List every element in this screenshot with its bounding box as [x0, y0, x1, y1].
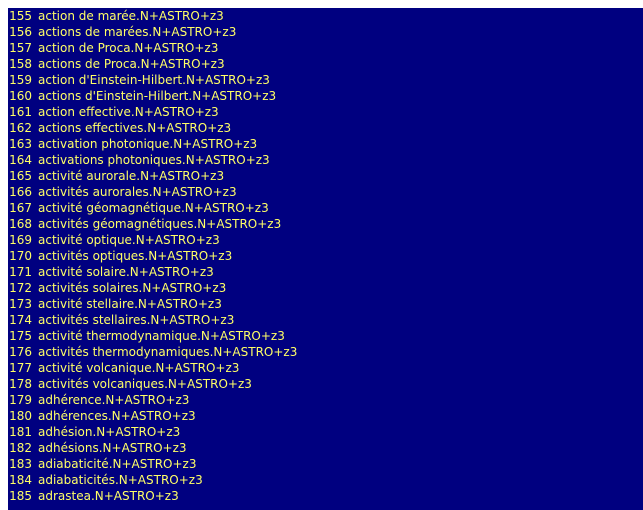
entry-text: action d'Einstein-Hilbert.N+ASTRO+z3 [38, 73, 270, 87]
entry-text: activation photonique.N+ASTRO+z3 [38, 137, 258, 151]
line-number: 163 [9, 137, 32, 151]
entry-text: activités volcaniques.N+ASTRO+z3 [38, 377, 252, 391]
entry-text: activations photoniques.N+ASTRO+z3 [38, 153, 270, 167]
entry-text: adhérences.N+ASTRO+z3 [38, 409, 196, 423]
entry-text: activités aurorales.N+ASTRO+z3 [38, 185, 237, 199]
list-item[interactable]: 177 activité volcanique.N+ASTRO+z3 [8, 360, 297, 376]
list-item[interactable]: 168 activités géomagnétiques.N+ASTRO+z3 [8, 216, 297, 232]
list-item[interactable]: 158 actions de Proca.N+ASTRO+z3 [8, 56, 297, 72]
entry-text: activité géomagnétique.N+ASTRO+z3 [38, 201, 269, 215]
line-number: 169 [9, 233, 32, 247]
entry-text: adrastea.N+ASTRO+z3 [38, 489, 179, 503]
list-item[interactable]: 169 activité optique.N+ASTRO+z3 [8, 232, 297, 248]
list-item[interactable]: 157 action de Proca.N+ASTRO+z3 [8, 40, 297, 56]
list-item[interactable]: 163 activation photonique.N+ASTRO+z3 [8, 136, 297, 152]
line-number: 164 [9, 153, 32, 167]
line-number: 162 [9, 121, 32, 135]
entry-text: action de Proca.N+ASTRO+z3 [38, 41, 219, 55]
line-number: 165 [9, 169, 32, 183]
entry-text: adiabaticités.N+ASTRO+z3 [38, 473, 203, 487]
dictionary-list-panel[interactable]: 155 action de marée.N+ASTRO+z3 156 actions … [8, 8, 643, 510]
line-number: 178 [9, 377, 32, 391]
line-number: 172 [9, 281, 32, 295]
entry-text: activité optique.N+ASTRO+z3 [38, 233, 220, 247]
list-item[interactable]: 181 adhésion.N+ASTRO+z3 [8, 424, 297, 440]
list-item[interactable]: 172 activités solaires.N+ASTRO+z3 [8, 280, 297, 296]
entry-text: actions de Proca.N+ASTRO+z3 [38, 57, 225, 71]
line-number: 184 [9, 473, 32, 487]
line-number: 156 [9, 25, 32, 39]
entry-text: activité volcanique.N+ASTRO+z3 [38, 361, 240, 375]
entry-text: adhérence.N+ASTRO+z3 [38, 393, 190, 407]
line-number: 161 [9, 105, 32, 119]
list-item[interactable]: 159 action d'Einstein-Hilbert.N+ASTRO+z3 [8, 72, 297, 88]
line-number: 171 [9, 265, 32, 279]
list-item[interactable]: 178 activités volcaniques.N+ASTRO+z3 [8, 376, 297, 392]
entry-text: activités solaires.N+ASTRO+z3 [38, 281, 227, 295]
dictionary-entry-list: 155 action de marée.N+ASTRO+z3 156 actions … [8, 8, 297, 504]
line-number: 177 [9, 361, 32, 375]
line-number: 180 [9, 409, 32, 423]
entry-text: activités stellaires.N+ASTRO+z3 [38, 313, 235, 327]
list-item[interactable]: 166 activités aurorales.N+ASTRO+z3 [8, 184, 297, 200]
entry-text: adhésions.N+ASTRO+z3 [38, 441, 187, 455]
list-item[interactable]: 162 actions effectives.N+ASTRO+z3 [8, 120, 297, 136]
line-number: 159 [9, 73, 32, 87]
line-number: 168 [9, 217, 32, 231]
list-item[interactable]: 173 activité stellaire.N+ASTRO+z3 [8, 296, 297, 312]
line-number: 183 [9, 457, 32, 471]
entry-text: activité aurorale.N+ASTRO+z3 [38, 169, 225, 183]
entry-text: action de marée.N+ASTRO+z3 [38, 9, 224, 23]
line-number: 158 [9, 57, 32, 71]
list-item[interactable]: 160 actions d'Einstein-Hilbert.N+ASTRO+z3 [8, 88, 297, 104]
list-item[interactable]: 164 activations photoniques.N+ASTRO+z3 [8, 152, 297, 168]
list-item[interactable]: 182 adhésions.N+ASTRO+z3 [8, 440, 297, 456]
line-number: 160 [9, 89, 32, 103]
entry-text: activité stellaire.N+ASTRO+z3 [38, 297, 222, 311]
line-number: 175 [9, 329, 32, 343]
list-item[interactable]: 155 action de marée.N+ASTRO+z3 [8, 8, 297, 24]
list-item[interactable]: 167 activité géomagnétique.N+ASTRO+z3 [8, 200, 297, 216]
line-number: 173 [9, 297, 32, 311]
window: 155 action de marée.N+ASTRO+z3 156 actions … [0, 0, 643, 510]
list-item[interactable]: 185 adrastea.N+ASTRO+z3 [8, 488, 297, 504]
list-item[interactable]: 180 adhérences.N+ASTRO+z3 [8, 408, 297, 424]
list-item[interactable]: 174 activités stellaires.N+ASTRO+z3 [8, 312, 297, 328]
line-number: 155 [9, 9, 32, 23]
entry-text: activité thermodynamique.N+ASTRO+z3 [38, 329, 285, 343]
entry-text: activités optiques.N+ASTRO+z3 [38, 249, 233, 263]
list-item[interactable]: 184 adiabaticités.N+ASTRO+z3 [8, 472, 297, 488]
line-number: 174 [9, 313, 32, 327]
list-item[interactable]: 161 action effective.N+ASTRO+z3 [8, 104, 297, 120]
line-number: 167 [9, 201, 32, 215]
list-item[interactable]: 171 activité solaire.N+ASTRO+z3 [8, 264, 297, 280]
entry-text: actions de marées.N+ASTRO+z3 [38, 25, 237, 39]
entry-text: adhésion.N+ASTRO+z3 [38, 425, 181, 439]
entry-text: activités thermodynamiques.N+ASTRO+z3 [38, 345, 298, 359]
list-item[interactable]: 156 actions de marées.N+ASTRO+z3 [8, 24, 297, 40]
entry-text: adiabaticité.N+ASTRO+z3 [38, 457, 197, 471]
list-item[interactable]: 170 activités optiques.N+ASTRO+z3 [8, 248, 297, 264]
line-number: 166 [9, 185, 32, 199]
entry-text: actions d'Einstein-Hilbert.N+ASTRO+z3 [38, 89, 277, 103]
line-number: 170 [9, 249, 32, 263]
entry-text: action effective.N+ASTRO+z3 [38, 105, 219, 119]
list-item[interactable]: 179 adhérence.N+ASTRO+z3 [8, 392, 297, 408]
list-item[interactable]: 165 activité aurorale.N+ASTRO+z3 [8, 168, 297, 184]
line-number: 157 [9, 41, 32, 55]
list-item[interactable]: 175 activité thermodynamique.N+ASTRO+z3 [8, 328, 297, 344]
entry-text: activités géomagnétiques.N+ASTRO+z3 [38, 217, 282, 231]
entry-text: actions effectives.N+ASTRO+z3 [38, 121, 232, 135]
line-number: 179 [9, 393, 32, 407]
line-number: 185 [9, 489, 32, 503]
line-number: 176 [9, 345, 32, 359]
line-number: 182 [9, 441, 32, 455]
line-number: 181 [9, 425, 32, 439]
list-item[interactable]: 176 activités thermodynamiques.N+ASTRO+z3 [8, 344, 297, 360]
entry-text: activité solaire.N+ASTRO+z3 [38, 265, 214, 279]
list-item[interactable]: 183 adiabaticité.N+ASTRO+z3 [8, 456, 297, 472]
